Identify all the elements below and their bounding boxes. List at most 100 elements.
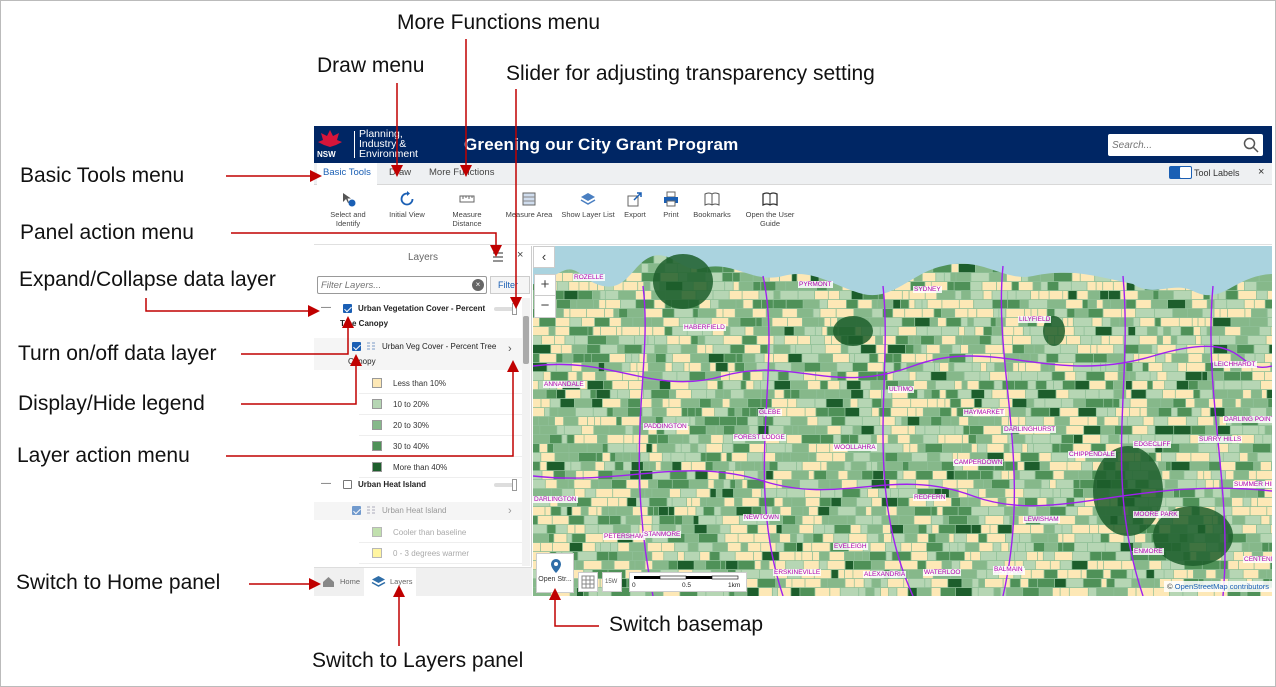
measure-distance-button[interactable]: Measure Distance [447, 191, 487, 228]
map-parcel [773, 417, 791, 426]
legend-row: 0 - 3 degrees warmer [359, 543, 522, 564]
overview-map-button[interactable] [578, 572, 598, 592]
map-parcel [533, 372, 543, 381]
map-parcel [710, 552, 720, 561]
map-parcel [850, 525, 861, 534]
map-parcel [1058, 543, 1063, 552]
map-parcel [967, 516, 979, 525]
map-parcel [848, 471, 862, 480]
map-parcel [616, 507, 633, 516]
map-parcel [569, 516, 584, 525]
filter-layers-box[interactable]: × [317, 276, 487, 294]
map-parcel [961, 318, 968, 327]
map-parcel [1004, 507, 1014, 516]
map-parcel [647, 354, 656, 363]
map-parcel [796, 462, 802, 471]
map-parcel [1102, 318, 1111, 327]
map-parcel [1090, 525, 1099, 534]
suburb-label: PYRMONT [798, 281, 833, 288]
panel-scrollbar[interactable] [522, 298, 530, 566]
transparency-slider[interactable] [494, 479, 517, 491]
scrollbar-thumb[interactable] [523, 316, 529, 364]
tab-draw[interactable]: Draw [389, 167, 411, 178]
map-parcel [819, 300, 828, 309]
search-icon[interactable] [1243, 137, 1259, 153]
map-parcel [1232, 516, 1245, 525]
map-parcel [885, 543, 901, 552]
search-box[interactable] [1108, 134, 1263, 156]
tool-labels-toggle[interactable] [1169, 166, 1192, 179]
map-parcel [813, 552, 819, 561]
close-icon[interactable]: × [1258, 166, 1264, 178]
suburb-label: SURRY HILLS [1198, 436, 1243, 443]
map-parcel [540, 426, 557, 435]
select-identify-button[interactable]: Select and Identify [328, 191, 368, 228]
sublayer-name-continued: Canopy [348, 357, 376, 366]
clear-filter-icon[interactable]: × [472, 279, 484, 291]
slider-handle[interactable] [512, 479, 517, 491]
map-parcel [602, 561, 614, 570]
map-parcel [724, 498, 735, 507]
layers-panel-tab[interactable]: Layers [364, 568, 416, 596]
map-parcel [1229, 444, 1240, 453]
map-view[interactable]: ROZELLE PYRMONT SYDNEY LILYFIELD HABERFIELD A… [533, 246, 1272, 596]
map-parcel [777, 489, 787, 498]
map-parcel [961, 444, 971, 453]
panel-close-icon[interactable]: × [517, 249, 523, 261]
zoom-in-button[interactable]: + [535, 275, 555, 296]
map-parcel [1165, 354, 1172, 363]
tab-more-functions[interactable]: More Functions [429, 167, 494, 178]
home-panel-tab[interactable]: Home [314, 568, 364, 596]
map-parcel [1088, 309, 1103, 318]
map-parcel [581, 462, 595, 471]
collapse-panel-button[interactable]: ‹ [533, 246, 555, 268]
initial-view-button[interactable]: Initial View [387, 191, 427, 219]
bookmarks-button[interactable]: Bookmarks [692, 191, 732, 219]
map-parcel [700, 498, 707, 507]
suburb-label: LEICHHARDT [1213, 361, 1257, 368]
map-parcel [1213, 480, 1220, 489]
map-canvas[interactable] [533, 246, 1272, 596]
sublayer-visibility-checkbox[interactable] [352, 342, 361, 351]
search-input[interactable] [1112, 137, 1232, 153]
tab-basic-tools[interactable]: Basic Tools [317, 163, 377, 185]
map-parcel [756, 318, 762, 327]
print-button[interactable]: Print [659, 191, 683, 219]
user-guide-button[interactable]: Open the User Guide [742, 191, 798, 228]
map-parcel [950, 552, 965, 561]
suburb-label: ALEXANDRIA [863, 571, 907, 578]
export-button[interactable]: Export [621, 191, 649, 219]
legend-toggle-icon[interactable] [366, 341, 376, 352]
map-parcel [773, 354, 788, 363]
sublayer-visibility-checkbox[interactable] [352, 506, 361, 515]
map-parcel [813, 525, 825, 534]
suburb-label: EDGECLIFF [1133, 441, 1172, 448]
map-parcel [668, 507, 674, 516]
layer-visibility-checkbox[interactable] [343, 480, 352, 489]
zoom-out-button[interactable]: − [535, 296, 555, 317]
map-parcel [621, 417, 640, 426]
slider-handle[interactable] [512, 303, 517, 315]
layer-action-menu-icon[interactable]: › [508, 505, 512, 517]
measure-area-button[interactable]: Measure Area [504, 191, 554, 219]
map-parcel [609, 318, 621, 327]
map-parcel [797, 534, 804, 543]
filter-layers-input[interactable] [321, 279, 461, 292]
filter-button[interactable]: Filter [490, 276, 530, 294]
collapse-icon[interactable]: — [321, 302, 331, 313]
layer-action-menu-icon[interactable]: › [508, 343, 512, 355]
collapse-icon[interactable]: — [321, 478, 331, 489]
panel-action-menu-icon[interactable] [492, 251, 504, 263]
map-parcel [651, 390, 670, 399]
layer-visibility-checkbox[interactable] [343, 304, 352, 313]
map-parcel [701, 453, 706, 462]
basemap-switcher-button[interactable]: Open Str... [536, 553, 574, 593]
legend-toggle-icon[interactable] [366, 505, 376, 516]
transparency-slider[interactable] [494, 303, 517, 315]
map-parcel [787, 318, 802, 327]
attribution-link[interactable]: OpenStreetMap [1175, 582, 1228, 591]
map-parcel [1191, 426, 1206, 435]
show-layer-list-button[interactable]: Show Layer List [560, 191, 616, 219]
map-parcel [569, 444, 587, 453]
coordinate-button[interactable]: 15W [602, 572, 622, 592]
